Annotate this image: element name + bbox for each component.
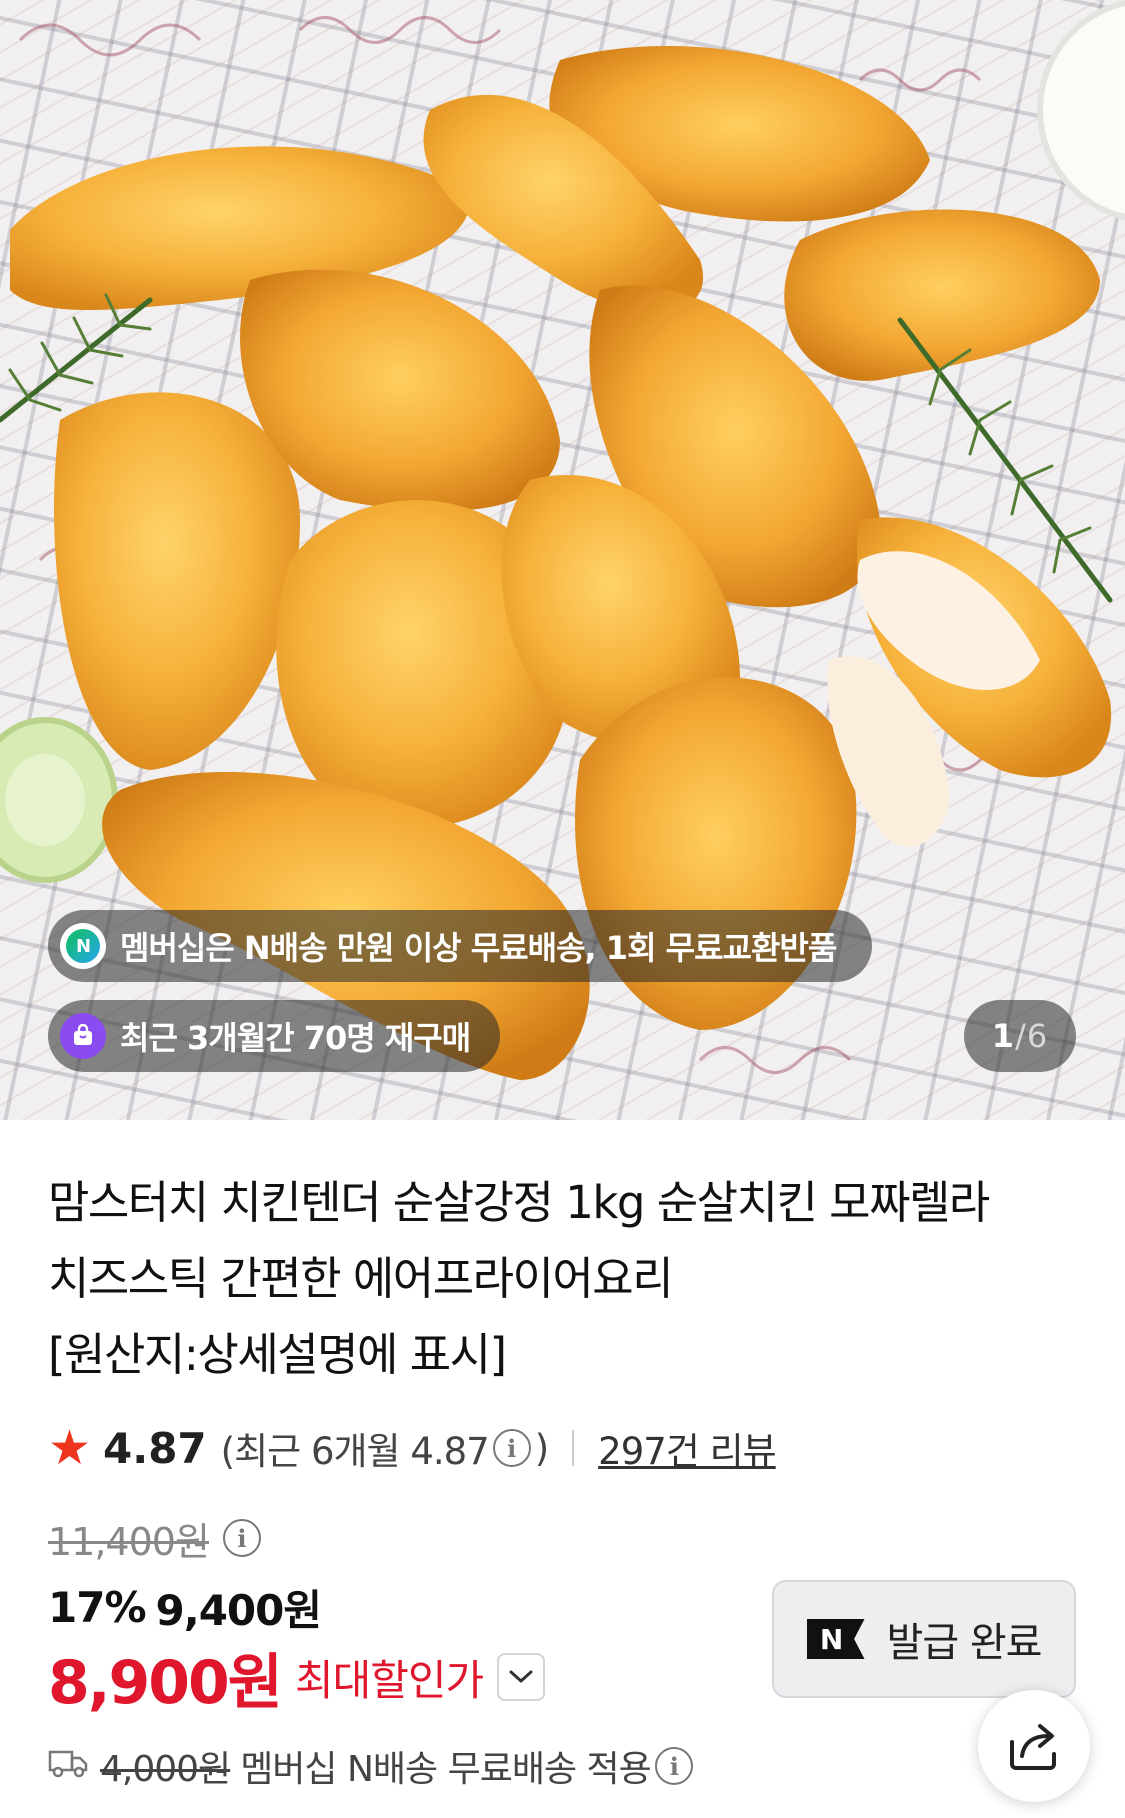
reviews-link[interactable]: 297건 리뷰 — [598, 1421, 777, 1475]
image-counter-current: 1 — [991, 1017, 1016, 1055]
original-shipping-fee: 4,000원 — [100, 1749, 231, 1790]
naver-n-logo-icon: N — [806, 1619, 865, 1659]
shipping-row: 4,000원 멤버십 N배송 무료배송 적용 i — [48, 1738, 948, 1794]
product-title: 맘스터치 치킨텐더 순살강정 1kg 순살치킨 모짜렐라 치즈스틱 간편한 에어… — [48, 1165, 1088, 1393]
discount-percent: 17% — [48, 1582, 147, 1632]
rating-score: 4.87 — [103, 1423, 207, 1473]
product-title-line-3: [원산지:상세설명에 표시] — [48, 1328, 507, 1381]
max-discount-row: 8,900원 최대할인가 — [48, 1640, 546, 1718]
chevron-down-icon[interactable] — [497, 1653, 546, 1701]
image-counter-separator: / — [1015, 1017, 1027, 1055]
max-discount-label: 최대할인가 — [295, 1655, 484, 1705]
membership-benefit-text: 멤버십은 N배송 만원 이상 무료배송, 1회 무료교환반품 — [120, 929, 837, 967]
recent-rating-suffix: ) — [534, 1426, 549, 1470]
rating-info-icon[interactable]: i — [492, 1429, 531, 1467]
membership-benefit-badge[interactable]: N 멤버십은 N배송 만원 이상 무료배송, 1회 무료교환반품 — [48, 910, 872, 982]
rating-divider — [572, 1430, 575, 1466]
product-title-line-1: 맘스터치 치킨텐더 순살강정 1kg 순살치킨 모짜렐라 — [48, 1176, 990, 1229]
price-info-icon[interactable]: i — [222, 1519, 261, 1557]
recent-rating-prefix: (최근 6개월 4.87 — [220, 1430, 490, 1473]
shipping-text: 멤버십 N배송 무료배송 적용 — [240, 1749, 652, 1790]
image-counter: 1 / 6 — [964, 1000, 1076, 1072]
sale-price-row: 17% 9,400원 — [48, 1578, 322, 1636]
star-icon: ★ — [48, 1420, 92, 1476]
original-price-row: 11,400원 i — [48, 1508, 265, 1568]
share-button[interactable] — [978, 1690, 1090, 1802]
product-title-line-2: 치즈스틱 간편한 에어프라이어요리 — [48, 1252, 674, 1305]
max-discount-price: 8,900원 — [48, 1647, 283, 1718]
coupon-issued-button[interactable]: N 발급 완료 — [772, 1580, 1076, 1698]
sale-price: 9,400원 — [155, 1585, 322, 1635]
shipping-info-icon[interactable]: i — [654, 1747, 693, 1785]
repurchase-badge[interactable]: 최근 3개월간 70명 재구매 — [48, 1000, 500, 1072]
shopping-bag-icon — [60, 1013, 106, 1059]
repurchase-text: 최근 3개월간 70명 재구매 — [120, 1019, 471, 1057]
share-icon — [1010, 1724, 1056, 1770]
n-delivery-icon: N — [60, 923, 106, 969]
coupon-issued-label: 발급 완료 — [886, 1620, 1043, 1666]
rating-row: ★ 4.87 (최근 6개월 4.87 i ) 297건 리뷰 — [48, 1420, 1088, 1476]
truck-icon — [48, 1746, 88, 1787]
original-price: 11,400원 — [48, 1519, 210, 1564]
image-counter-total: 6 — [1026, 1017, 1049, 1055]
product-image[interactable]: N 멤버십은 N배송 만원 이상 무료배송, 1회 무료교환반품 최근 3개월간… — [0, 0, 1125, 1120]
